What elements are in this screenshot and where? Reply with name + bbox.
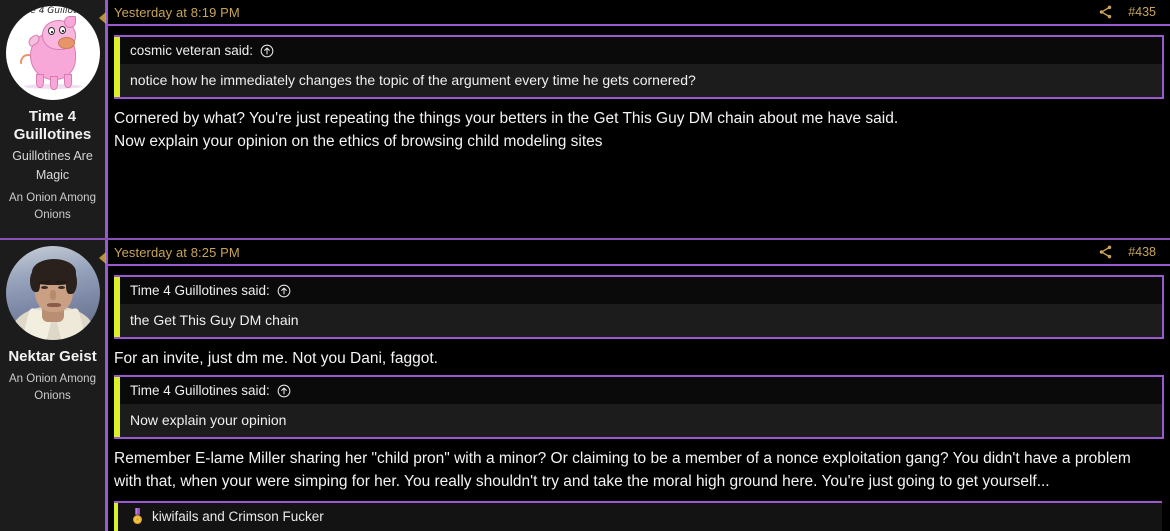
post-435: e 4 Guillotin Time 4 Guillotines Guillot… (0, 0, 1170, 238)
post-author-sidebar: Nektar Geist An Onion Among Onions (0, 240, 108, 531)
pig-snout-shape (57, 37, 75, 49)
pig-leg-shape (49, 76, 58, 90)
post-438: Nektar Geist An Onion Among Onions Yeste… (0, 238, 1170, 531)
post-date-link[interactable]: Yesterday at 8:19 PM (114, 5, 240, 20)
message-line: Now explain your opinion on the ethics o… (114, 133, 603, 150)
post-header: Yesterday at 8:25 PM #438 (108, 240, 1170, 266)
portrait-nose-shape (49, 290, 56, 300)
message-line: For an invite, just dm me. Not you Dani,… (114, 350, 438, 367)
jump-to-post-icon[interactable] (260, 44, 274, 58)
post-number-link[interactable]: #438 (1128, 245, 1156, 259)
post-pointer-caret-icon (99, 252, 106, 264)
thread-post-list: e 4 Guillotin Time 4 Guillotines Guillot… (0, 0, 1170, 531)
blockquote: Time 4 Guillotines said: the Get This Gu… (114, 275, 1164, 339)
author-user-group: An Onion Among Onions (9, 373, 96, 402)
post-author-sidebar: e 4 Guillotin Time 4 Guillotines Guillot… (0, 0, 108, 238)
blockquote-author-label: Time 4 Guillotines said: (130, 283, 270, 298)
post-message: Remember E-lame Miller sharing her "chil… (112, 445, 1164, 495)
portrait-mouth-shape (46, 303, 61, 307)
post-content: Yesterday at 8:25 PM #438 Time 4 Guillot… (99, 240, 1170, 531)
avatar-caption-text: e 4 Guillotin (30, 6, 85, 16)
post-date-link[interactable]: Yesterday at 8:25 PM (114, 245, 240, 260)
blockquote: Time 4 Guillotines said: Now explain you… (114, 375, 1164, 439)
author-custom-title: Guillotines Are Magic (12, 149, 93, 182)
jump-to-post-icon[interactable] (277, 384, 291, 398)
blockquote-author-label: Time 4 Guillotines said: (130, 383, 270, 398)
blockquote: cosmic veteran said: notice how he immed… (114, 35, 1164, 99)
avatar[interactable] (5, 246, 100, 340)
message-line: Cornered by what? You're just repeating … (114, 110, 899, 127)
post-body: cosmic veteran said: notice how he immed… (108, 26, 1170, 238)
medal-emoji-icon (130, 508, 145, 525)
pig-eye-shape (58, 26, 66, 34)
post-content: Yesterday at 8:19 PM #435 cosmic veteran… (99, 0, 1170, 238)
author-username[interactable]: Nektar Geist (8, 348, 96, 366)
jump-to-post-icon[interactable] (277, 284, 291, 298)
author-user-group: An Onion Among Onions (9, 192, 96, 221)
share-icon[interactable] (1097, 4, 1114, 20)
post-number-link[interactable]: #435 (1128, 5, 1156, 19)
author-username[interactable]: Time 4 Guillotines (4, 108, 101, 144)
portrait-hair-shape (31, 259, 76, 285)
reactions-text[interactable]: kiwifails and Crimson Fucker (152, 509, 324, 524)
share-icon[interactable] (1097, 244, 1114, 260)
post-message: For an invite, just dm me. Not you Dani,… (112, 345, 1164, 372)
blockquote-text: notice how he immediately changes the to… (114, 64, 1162, 97)
pig-eye-shape (47, 27, 55, 35)
post-message: Cornered by what? You're just repeating … (112, 105, 1164, 155)
post-pointer-caret-icon (99, 12, 106, 24)
post-header: Yesterday at 8:19 PM #435 (108, 0, 1170, 26)
post-body: Time 4 Guillotines said: the Get This Gu… (108, 266, 1170, 531)
blockquote-text: the Get This Guy DM chain (114, 304, 1162, 337)
blockquote-attribution: Time 4 Guillotines said: (114, 277, 1162, 304)
blockquote-text: Now explain your opinion (114, 404, 1162, 437)
pig-leg-shape (35, 74, 44, 88)
blockquote-author-label: cosmic veteran said: (130, 43, 254, 58)
pig-leg-shape (63, 74, 72, 88)
blockquote-attribution: Time 4 Guillotines said: (114, 377, 1162, 404)
blockquote-attribution: cosmic veteran said: (114, 37, 1162, 64)
post-reactions-bar[interactable]: kiwifails and Crimson Fucker (114, 501, 1162, 531)
message-line: Remember E-lame Miller sharing her "chil… (114, 450, 1131, 490)
avatar[interactable]: e 4 Guillotin (5, 6, 100, 100)
pig-ear-shape (63, 16, 76, 28)
